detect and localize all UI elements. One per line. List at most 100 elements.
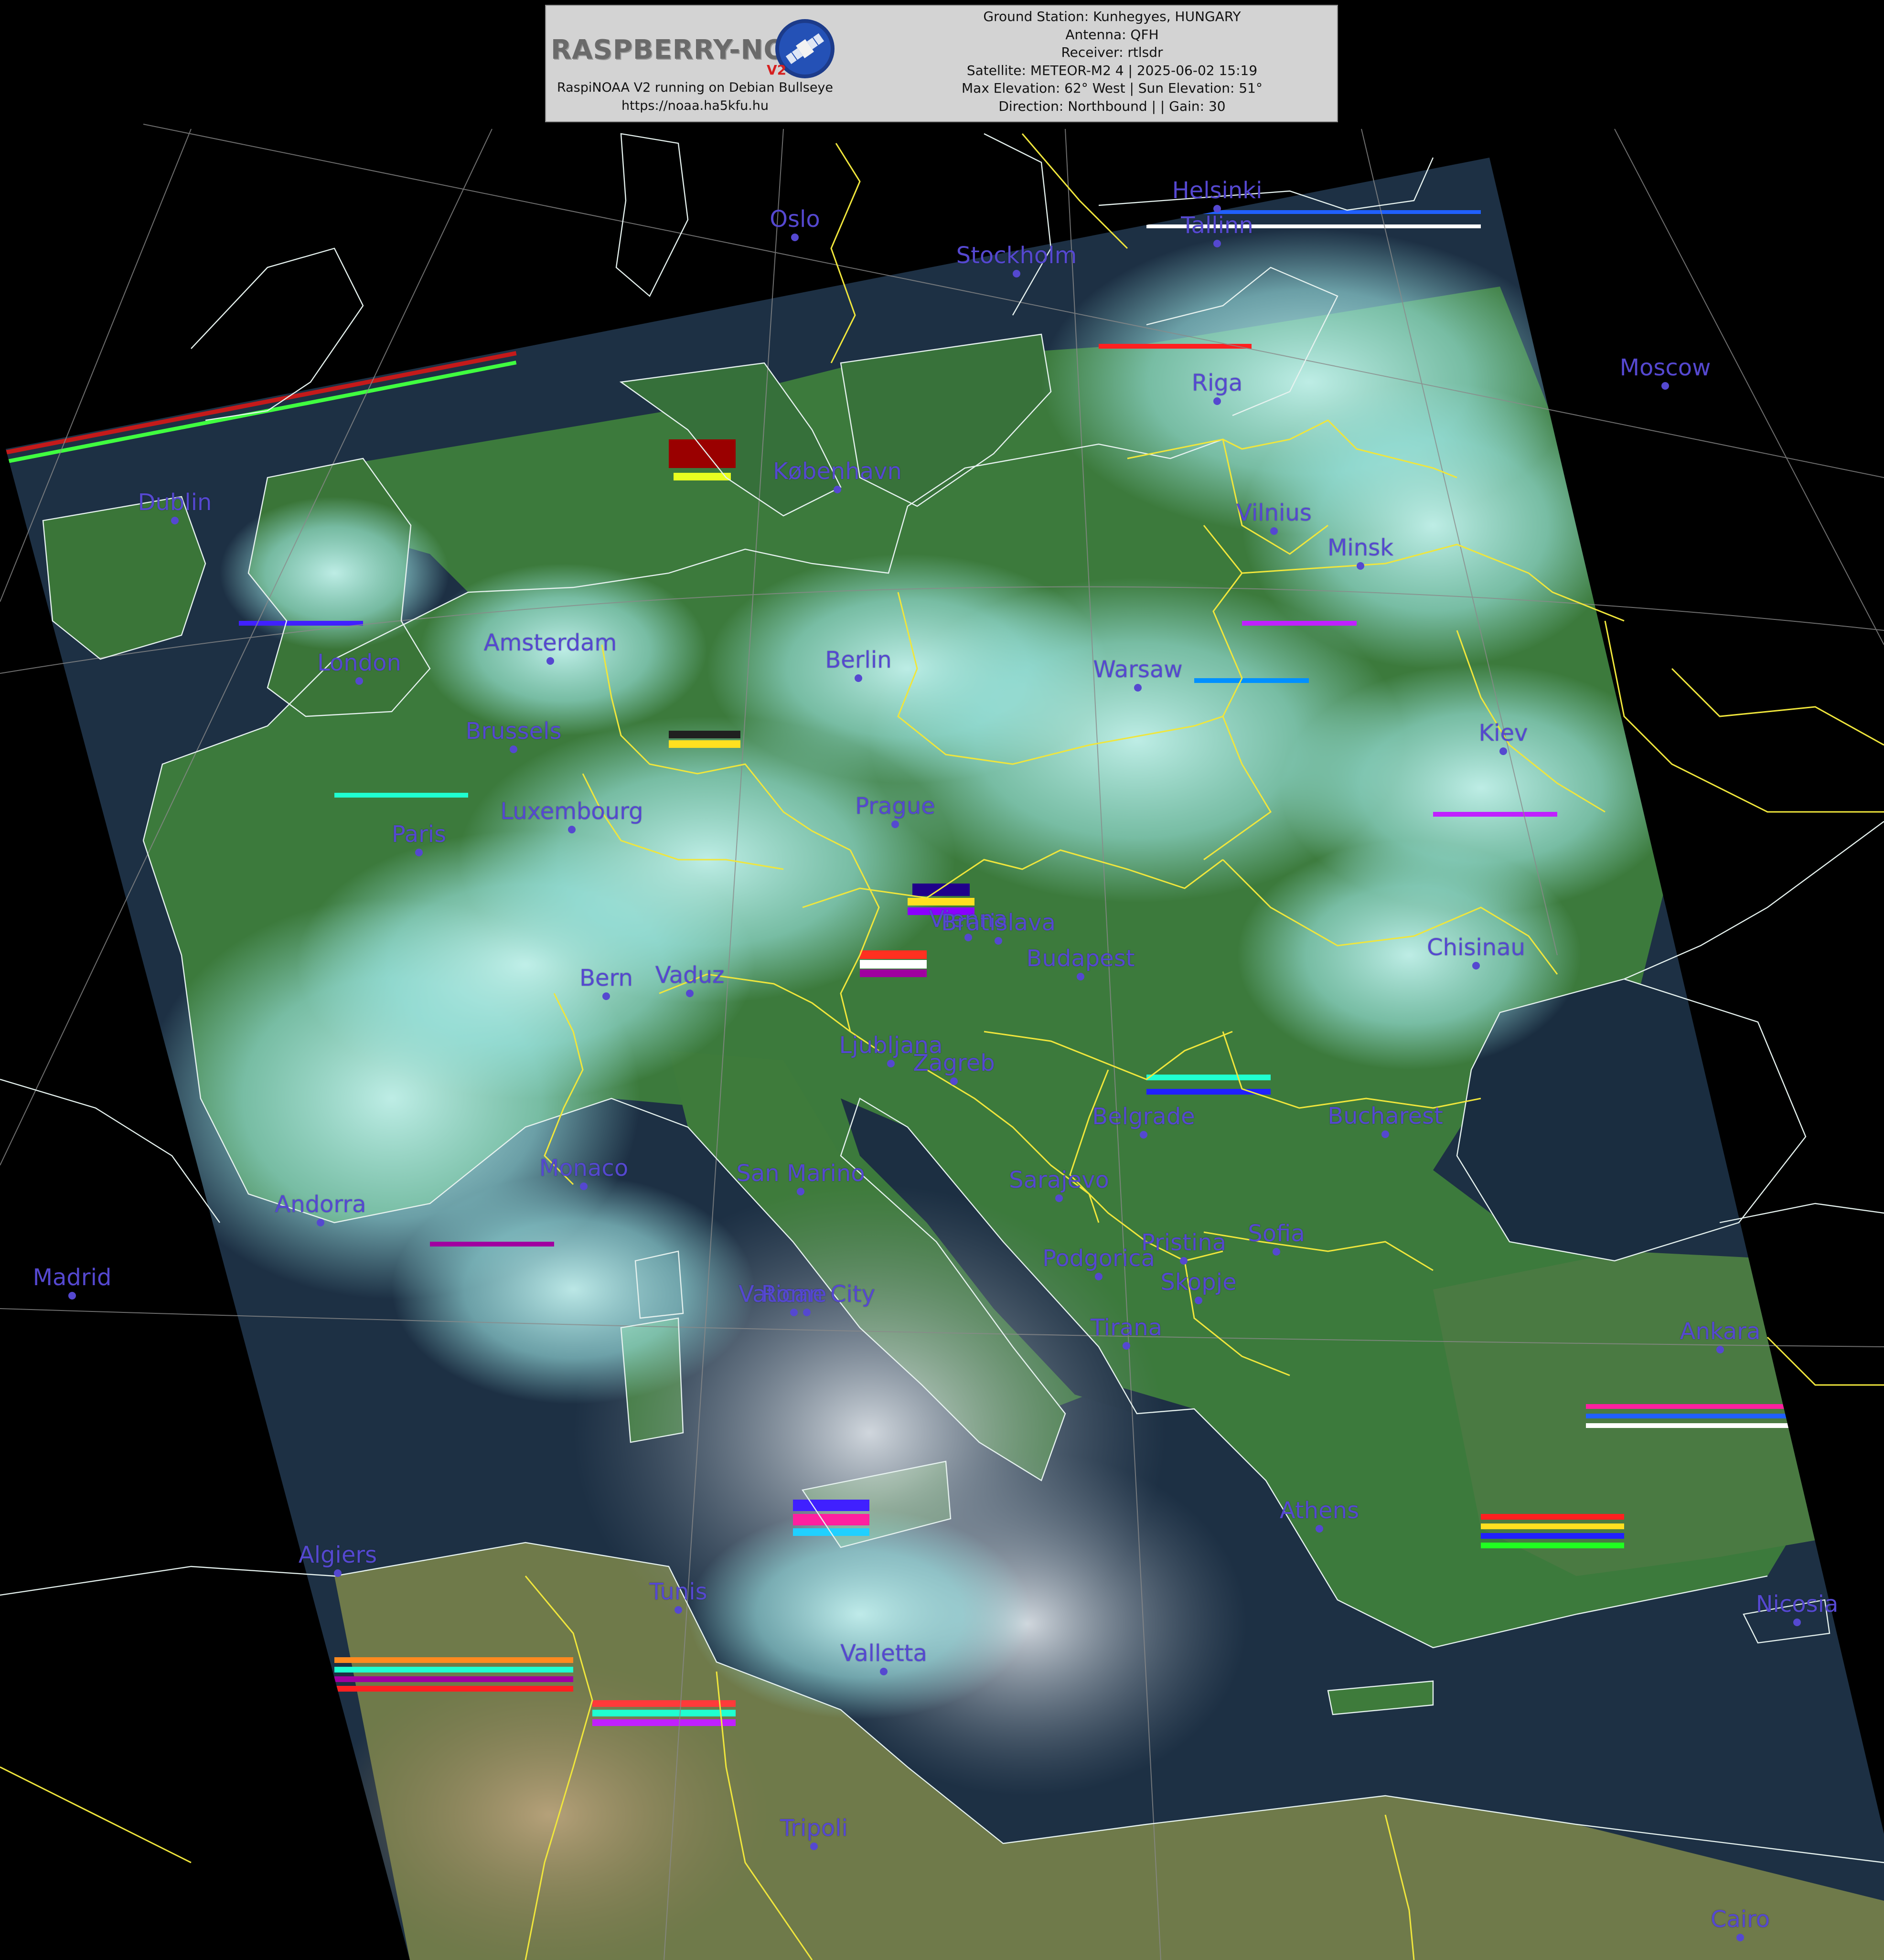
city-label: Zagreb <box>913 1050 995 1076</box>
city-label: Rome <box>761 1281 827 1308</box>
city-label: Nicosia <box>1756 1591 1839 1618</box>
city-label: Tripoli <box>780 1815 848 1842</box>
city-marker <box>317 1219 324 1226</box>
system-info: RaspiNOAA V2 running on Debian Bullseye <box>557 80 834 95</box>
city-marker <box>1013 270 1020 277</box>
city-marker <box>686 990 694 997</box>
city-marker <box>1213 397 1221 405</box>
city-label: London <box>317 650 401 676</box>
city-label: Amsterdam <box>483 629 617 656</box>
city-label: Skopje <box>1160 1269 1237 1296</box>
city-label: Budapest <box>1026 945 1135 972</box>
receiver-line: Receiver: rtlsdr <box>1061 44 1163 60</box>
city-label: Valletta <box>840 1640 927 1667</box>
city-marker <box>1180 1257 1188 1265</box>
city-marker <box>568 826 576 833</box>
city-marker <box>1134 684 1142 692</box>
antenna-line: Antenna: QFH <box>1065 26 1159 43</box>
city-marker <box>1140 1131 1147 1139</box>
city-marker <box>415 849 423 856</box>
city-label: Vaduz <box>655 962 725 989</box>
city-marker <box>810 1843 818 1850</box>
city-label: Andorra <box>275 1191 366 1218</box>
city-label: Tunis <box>649 1578 707 1605</box>
city-label: Minsk <box>1327 534 1393 561</box>
city-label: Madrid <box>32 1264 112 1291</box>
city-label: Luxembourg <box>500 798 643 825</box>
city-marker <box>1213 240 1221 247</box>
city-label: Oslo <box>770 206 820 233</box>
city-marker <box>791 234 799 241</box>
city-label: San Marino <box>736 1160 865 1187</box>
city-label: Bucharest <box>1327 1103 1443 1129</box>
city-marker <box>355 677 363 685</box>
city-marker <box>880 1668 888 1675</box>
city-marker <box>887 1060 895 1067</box>
city-label: Bern <box>579 965 633 991</box>
city-label: Kiev <box>1478 720 1528 746</box>
city-label: Ankara <box>1680 1318 1761 1345</box>
city-marker <box>1381 1130 1389 1138</box>
city-marker <box>1499 747 1507 755</box>
city-label: Belgrade <box>1092 1103 1195 1130</box>
city-marker <box>546 657 554 665</box>
city-label: København <box>773 458 902 485</box>
pass-info-panel: RASPBERRY-NOAA V2 RaspiNOAA V2 running o… <box>545 5 1338 122</box>
city-marker <box>674 1606 682 1614</box>
city-marker <box>1195 1297 1202 1304</box>
city-marker <box>1213 205 1221 213</box>
station-url: https://noaa.ha5kfu.hu <box>621 98 769 113</box>
city-marker <box>1270 527 1278 535</box>
city-marker <box>790 1309 798 1316</box>
city-marker <box>1077 973 1084 980</box>
city-label: Moscow <box>1619 354 1711 381</box>
city-label: Podgorica <box>1042 1245 1155 1272</box>
city-label: Sofia <box>1248 1220 1305 1247</box>
city-marker <box>1316 1525 1323 1533</box>
city-label: Stockholm <box>956 242 1077 269</box>
city-marker <box>510 746 517 753</box>
city-marker <box>1736 1934 1744 1941</box>
city-label: Riga <box>1191 370 1243 396</box>
city-marker <box>580 1182 588 1190</box>
satellite-map <box>0 124 1884 1960</box>
city-label: Helsinki <box>1172 177 1263 204</box>
city-marker <box>1716 1346 1724 1353</box>
city-label: Warsaw <box>1093 656 1183 683</box>
city-marker <box>334 1569 342 1577</box>
city-marker <box>950 1077 958 1085</box>
city-label: Athens <box>1279 1497 1359 1524</box>
logo-version: V2 <box>767 62 787 78</box>
city-label: Brussels <box>465 718 562 745</box>
city-marker <box>1357 562 1364 570</box>
city-marker <box>797 1188 804 1195</box>
city-label: Vilnius <box>1236 500 1312 526</box>
city-marker <box>602 992 610 1000</box>
direction-line: Direction: Northbound | | Gain: 30 <box>998 98 1226 114</box>
city-label: Prague <box>855 793 935 820</box>
city-label: Tallinn <box>1181 212 1253 239</box>
city-label: Tirana <box>1090 1314 1163 1341</box>
city-marker <box>1095 1273 1103 1280</box>
city-marker <box>803 1309 811 1316</box>
city-marker <box>1661 382 1669 390</box>
city-marker <box>1273 1248 1280 1256</box>
city-marker <box>1123 1342 1130 1350</box>
city-label: Monaco <box>539 1155 629 1182</box>
city-label: Chisinau <box>1427 934 1525 961</box>
ground-station-line: Ground Station: Kunhegyes, HUNGARY <box>983 9 1241 24</box>
city-marker <box>68 1292 76 1300</box>
satellite-image-viewer: RASPBERRY-NOAA V2 RaspiNOAA V2 running o… <box>0 0 1884 1960</box>
pass-details: Ground Station: Kunhegyes, HUNGARY Anten… <box>895 8 1329 115</box>
city-marker <box>834 486 841 493</box>
city-label: Algiers <box>298 1542 377 1568</box>
city-marker <box>171 517 179 524</box>
city-marker <box>1472 962 1480 969</box>
city-label: Bratislava <box>941 909 1056 936</box>
city-label: Cairo <box>1710 1906 1770 1933</box>
city-marker <box>1055 1194 1063 1202</box>
elevation-line: Max Elevation: 62° West | Sun Elevation:… <box>962 80 1263 96</box>
city-label: Dublin <box>138 489 212 516</box>
satellite-line: Satellite: METEOR-M2 4 | 2025-06-02 15:1… <box>966 62 1258 78</box>
city-marker <box>891 820 899 828</box>
